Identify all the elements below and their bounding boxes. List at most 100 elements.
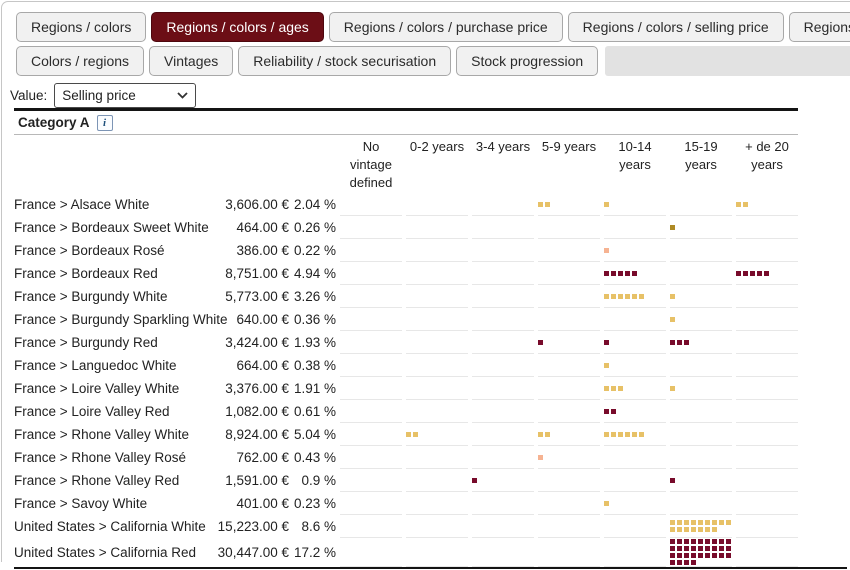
age-cell: [736, 538, 798, 567]
stock-dot: [639, 293, 644, 299]
age-cell: [736, 331, 798, 354]
tab-regions-colors[interactable]: Regions / colors: [16, 12, 147, 42]
stock-dot: [726, 546, 731, 551]
tab-vintages[interactable]: Vintages: [149, 46, 234, 76]
stock-dot: [691, 546, 696, 551]
row-label: France > Loire Valley White: [14, 381, 180, 396]
age-cell: [472, 400, 534, 423]
table-row: United States > California White 15,223.0…: [14, 515, 798, 538]
table-row: France > Bordeaux Rosé 386.00 € 0.22 %: [14, 239, 798, 262]
stock-dot: [677, 520, 682, 525]
age-cell: [538, 239, 600, 262]
row-value: 640.00 € 0.36 %: [210, 312, 336, 327]
tab-regions[interactable]: Regions /: [788, 12, 850, 42]
stock-dot: [691, 520, 696, 525]
age-cell: [406, 446, 468, 469]
row-percent: 3.26 %: [293, 289, 336, 304]
age-cell: [472, 446, 534, 469]
row-label: United States > California White: [14, 519, 206, 534]
age-cell: [538, 423, 600, 446]
value-label: Value:: [10, 88, 48, 103]
stock-dot: [545, 431, 550, 437]
row-value: 8,924.00 € 5.04 %: [210, 427, 336, 442]
age-cell: [604, 239, 666, 262]
age-cell: [670, 515, 732, 538]
row-percent: 0.22 %: [293, 243, 336, 258]
age-cell: [736, 308, 798, 331]
stock-dot: [625, 293, 630, 299]
stock-dot: [611, 270, 616, 276]
table-row: France > Loire Valley White 3,376.00 € 1.9…: [14, 377, 798, 400]
row-percent: 0.61 %: [293, 404, 336, 419]
value-filter-row: Value: Selling price: [10, 83, 197, 108]
row-percent: 0.26 %: [293, 220, 336, 235]
row-label: France > Savoy White: [14, 496, 148, 511]
row-value: 1,591.00 € 0.9 %: [210, 473, 336, 488]
category-header: Category A i: [14, 111, 798, 135]
tab-regions-colors-selling-price[interactable]: Regions / colors / selling price: [567, 12, 784, 42]
age-cell: [736, 216, 798, 239]
age-cell: [604, 423, 666, 446]
stock-dot: [684, 527, 689, 532]
stock-dot: [670, 316, 675, 322]
stock-dot: [618, 270, 623, 276]
stock-dot: [604, 385, 609, 391]
stock-dot: [618, 293, 623, 299]
stock-dot: [764, 270, 769, 276]
stock-dot: [677, 553, 682, 558]
column-header-15-19-years: 15-19 years: [684, 139, 718, 172]
info-icon[interactable]: i: [96, 114, 113, 131]
row-value: 3,376.00 € 1.91 %: [210, 381, 336, 396]
stock-dot: [632, 270, 637, 276]
table-row: France > Rhone Valley Rosé 762.00 € 0.43 %: [14, 446, 798, 469]
stock-dot: [719, 520, 724, 525]
row-percent: 0.36 %: [293, 312, 336, 327]
age-cell: [406, 308, 468, 331]
row-label: France > Alsace White: [14, 197, 150, 212]
stock-dot: [684, 553, 689, 558]
chevron-down-icon: [177, 92, 188, 99]
age-cell: [472, 469, 534, 492]
stock-dot: [538, 454, 543, 460]
stock-dot: [677, 539, 682, 544]
age-cell: [472, 515, 534, 538]
tab-reliability-stock-securisation[interactable]: Reliability / stock securisation: [238, 46, 452, 76]
age-cell: [538, 377, 600, 400]
age-cell: [604, 308, 666, 331]
stock-dot: [670, 527, 675, 532]
tab-regions-colors-purchase-price[interactable]: Regions / colors / purchase price: [328, 12, 563, 42]
age-cell: [472, 308, 534, 331]
stock-dot: [691, 553, 696, 558]
age-cell: [472, 423, 534, 446]
age-cell: [538, 469, 600, 492]
stock-dot: [698, 553, 703, 558]
row-amount: 15,223.00 €: [217, 519, 289, 534]
table-row: France > Burgundy Red 3,424.00 € 1.93 %: [14, 331, 798, 354]
age-cell: [340, 239, 402, 262]
row-percent: 1.91 %: [293, 381, 336, 396]
age-cell: [736, 492, 798, 515]
tab-colors-regions[interactable]: Colors / regions: [16, 46, 145, 76]
stock-dot: [604, 408, 609, 414]
age-cell: [736, 469, 798, 492]
row-percent: 0.9 %: [301, 473, 336, 488]
row-percent: 0.23 %: [293, 496, 336, 511]
age-cell: [340, 515, 402, 538]
stock-dot: [684, 339, 689, 345]
tab-stock-progression[interactable]: Stock progression: [456, 46, 599, 76]
row-percent: 5.04 %: [293, 427, 336, 442]
age-cell: [604, 492, 666, 515]
age-cell: [472, 492, 534, 515]
column-header-10-14-years: 10-14 years: [618, 139, 652, 172]
column-header-5-9-years: 5-9 years: [541, 139, 597, 154]
tab-bar-bottom: Colors / regions Vintages Reliability / st…: [16, 46, 850, 76]
age-cell: [340, 354, 402, 377]
table-header-row: No vintage defined 0-2 years 3-4 years 5-9 …: [14, 135, 798, 193]
age-cell: [538, 354, 600, 377]
age-cell: [406, 538, 468, 567]
tab-regions-colors-ages[interactable]: Regions / colors / ages: [151, 12, 324, 42]
age-cell: [736, 262, 798, 285]
stock-dot: [670, 539, 675, 544]
value-select[interactable]: Selling price: [54, 83, 197, 108]
age-cell: [406, 262, 468, 285]
